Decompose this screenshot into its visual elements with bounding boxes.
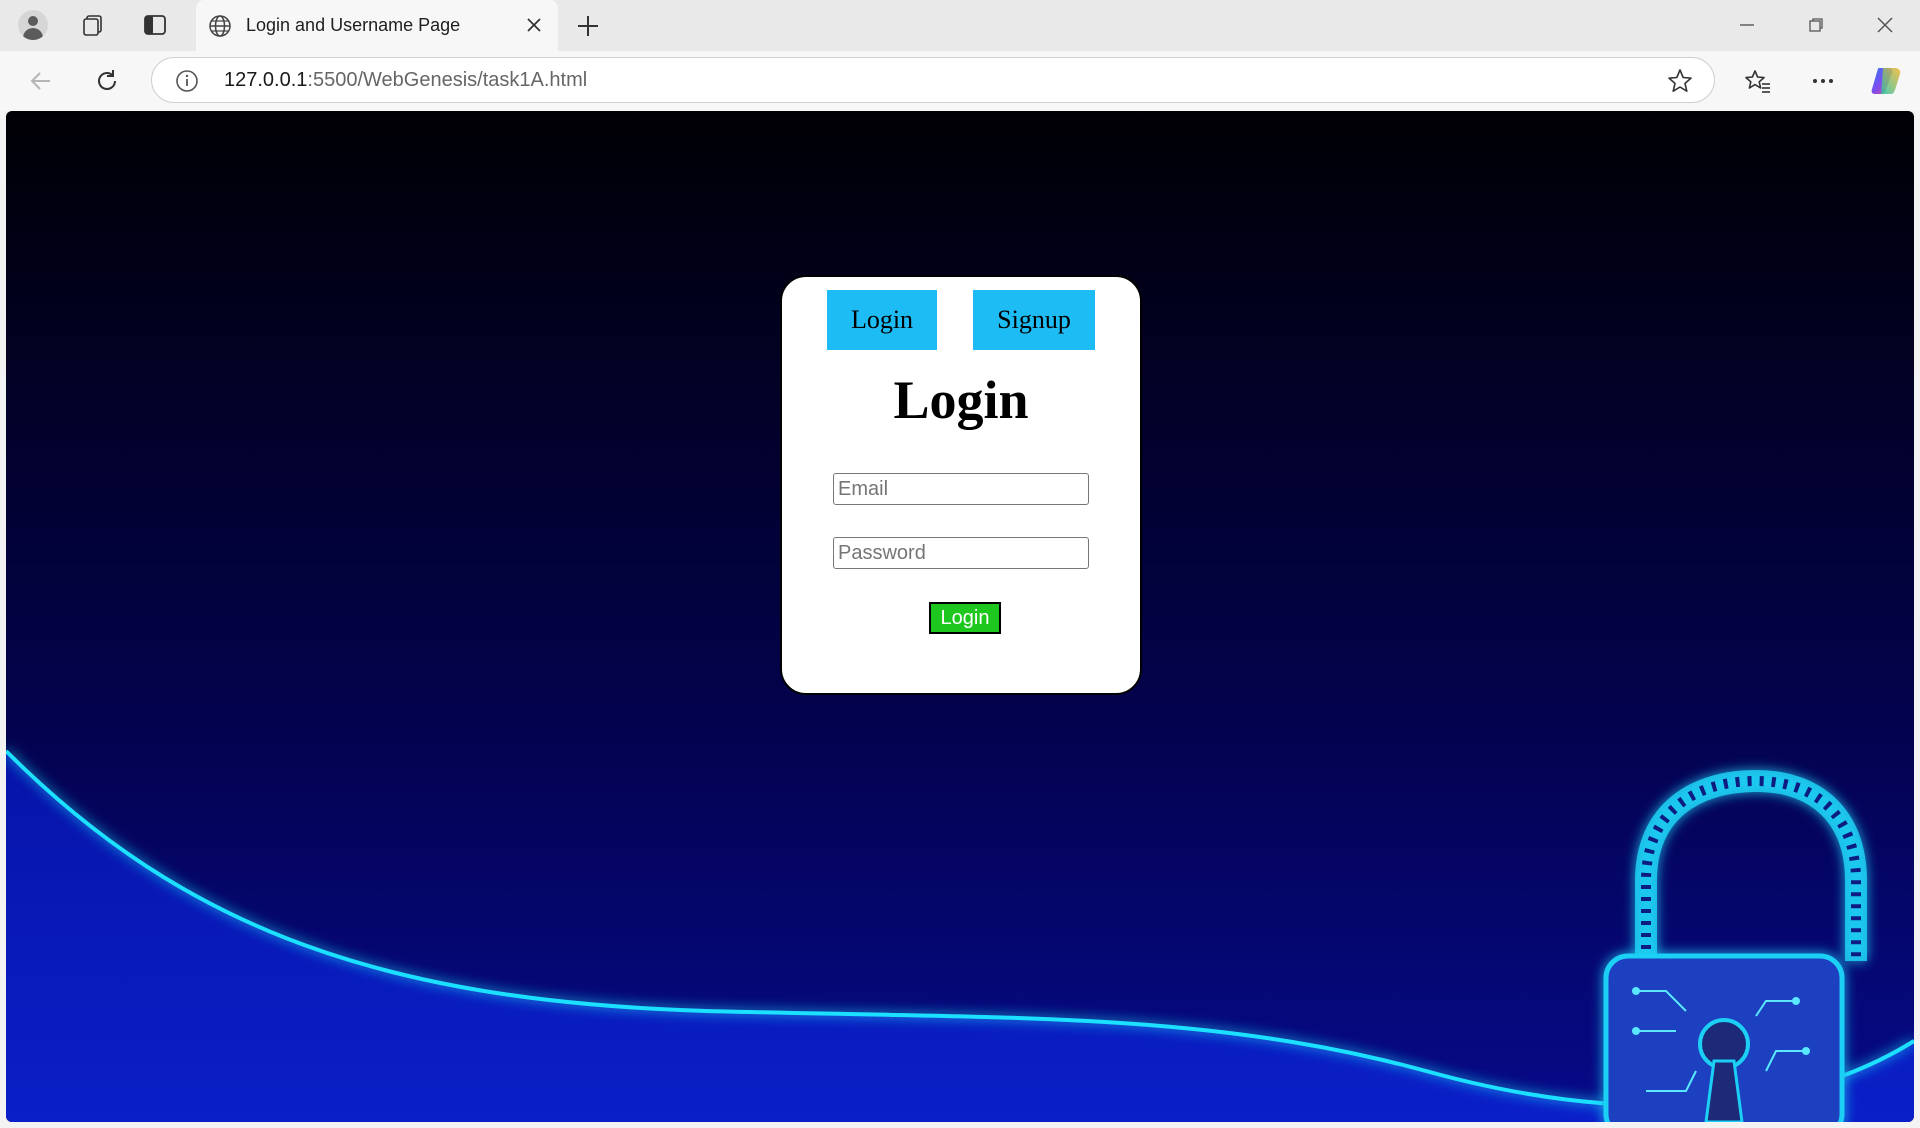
padlock-illustration (1603, 769, 1867, 1122)
new-tab-icon[interactable] (573, 11, 603, 41)
signup-tab-button[interactable]: Signup (973, 290, 1095, 350)
site-info-icon[interactable] (174, 68, 200, 94)
login-card: Login Signup Login Login (780, 275, 1142, 695)
url-path: :5500/WebGenesis/task1A.html (307, 69, 588, 91)
back-button[interactable] (21, 61, 61, 101)
favorites-button[interactable] (1738, 61, 1778, 101)
address-bar[interactable]: 127.0.0.1:5500/WebGenesis/task1A.html (151, 57, 1715, 103)
restore-icon (1809, 18, 1823, 32)
vertical-tabs-button[interactable] (135, 8, 175, 42)
more-options-button[interactable] (1803, 61, 1843, 101)
workspaces-icon (83, 15, 102, 36)
restore-button[interactable] (1793, 8, 1839, 42)
more-dots-icon (1813, 79, 1833, 83)
url-text: 127.0.0.1:5500/WebGenesis/task1A.html (224, 69, 587, 92)
copilot-button[interactable] (1866, 61, 1906, 101)
copilot-icon (1871, 68, 1901, 94)
globe-icon (209, 15, 231, 37)
login-tab-button[interactable]: Login (827, 290, 937, 350)
back-arrow-icon (30, 72, 50, 90)
password-input[interactable] (833, 537, 1089, 569)
form-heading: Login (893, 370, 1029, 430)
favorites-list-icon (1745, 70, 1770, 93)
email-input[interactable] (833, 473, 1089, 505)
page-viewport: Login Signup Login Login (6, 111, 1914, 1122)
favorite-star-icon[interactable] (1666, 67, 1694, 95)
minimize-icon (1740, 24, 1754, 26)
tab-title: Login and Username Page (246, 15, 461, 35)
profile-avatar-icon (18, 10, 48, 40)
login-submit-button[interactable]: Login (929, 602, 1001, 634)
vertical-tabs-icon (144, 15, 166, 35)
refresh-icon (98, 70, 116, 90)
browser-title-bar: Login and Username Page (0, 0, 1920, 51)
close-window-button[interactable] (1862, 8, 1908, 42)
refresh-button[interactable] (87, 61, 127, 101)
close-window-icon (1877, 17, 1893, 33)
url-host: 127.0.0.1 (224, 69, 308, 91)
active-browser-tab[interactable]: Login and Username Page (196, 0, 558, 51)
close-tab-icon[interactable] (522, 13, 546, 37)
workspaces-button[interactable] (72, 8, 112, 42)
browser-toolbar: 127.0.0.1:5500/WebGenesis/task1A.html (0, 51, 1920, 111)
minimize-button[interactable] (1724, 8, 1770, 42)
profile-button[interactable] (13, 8, 53, 42)
